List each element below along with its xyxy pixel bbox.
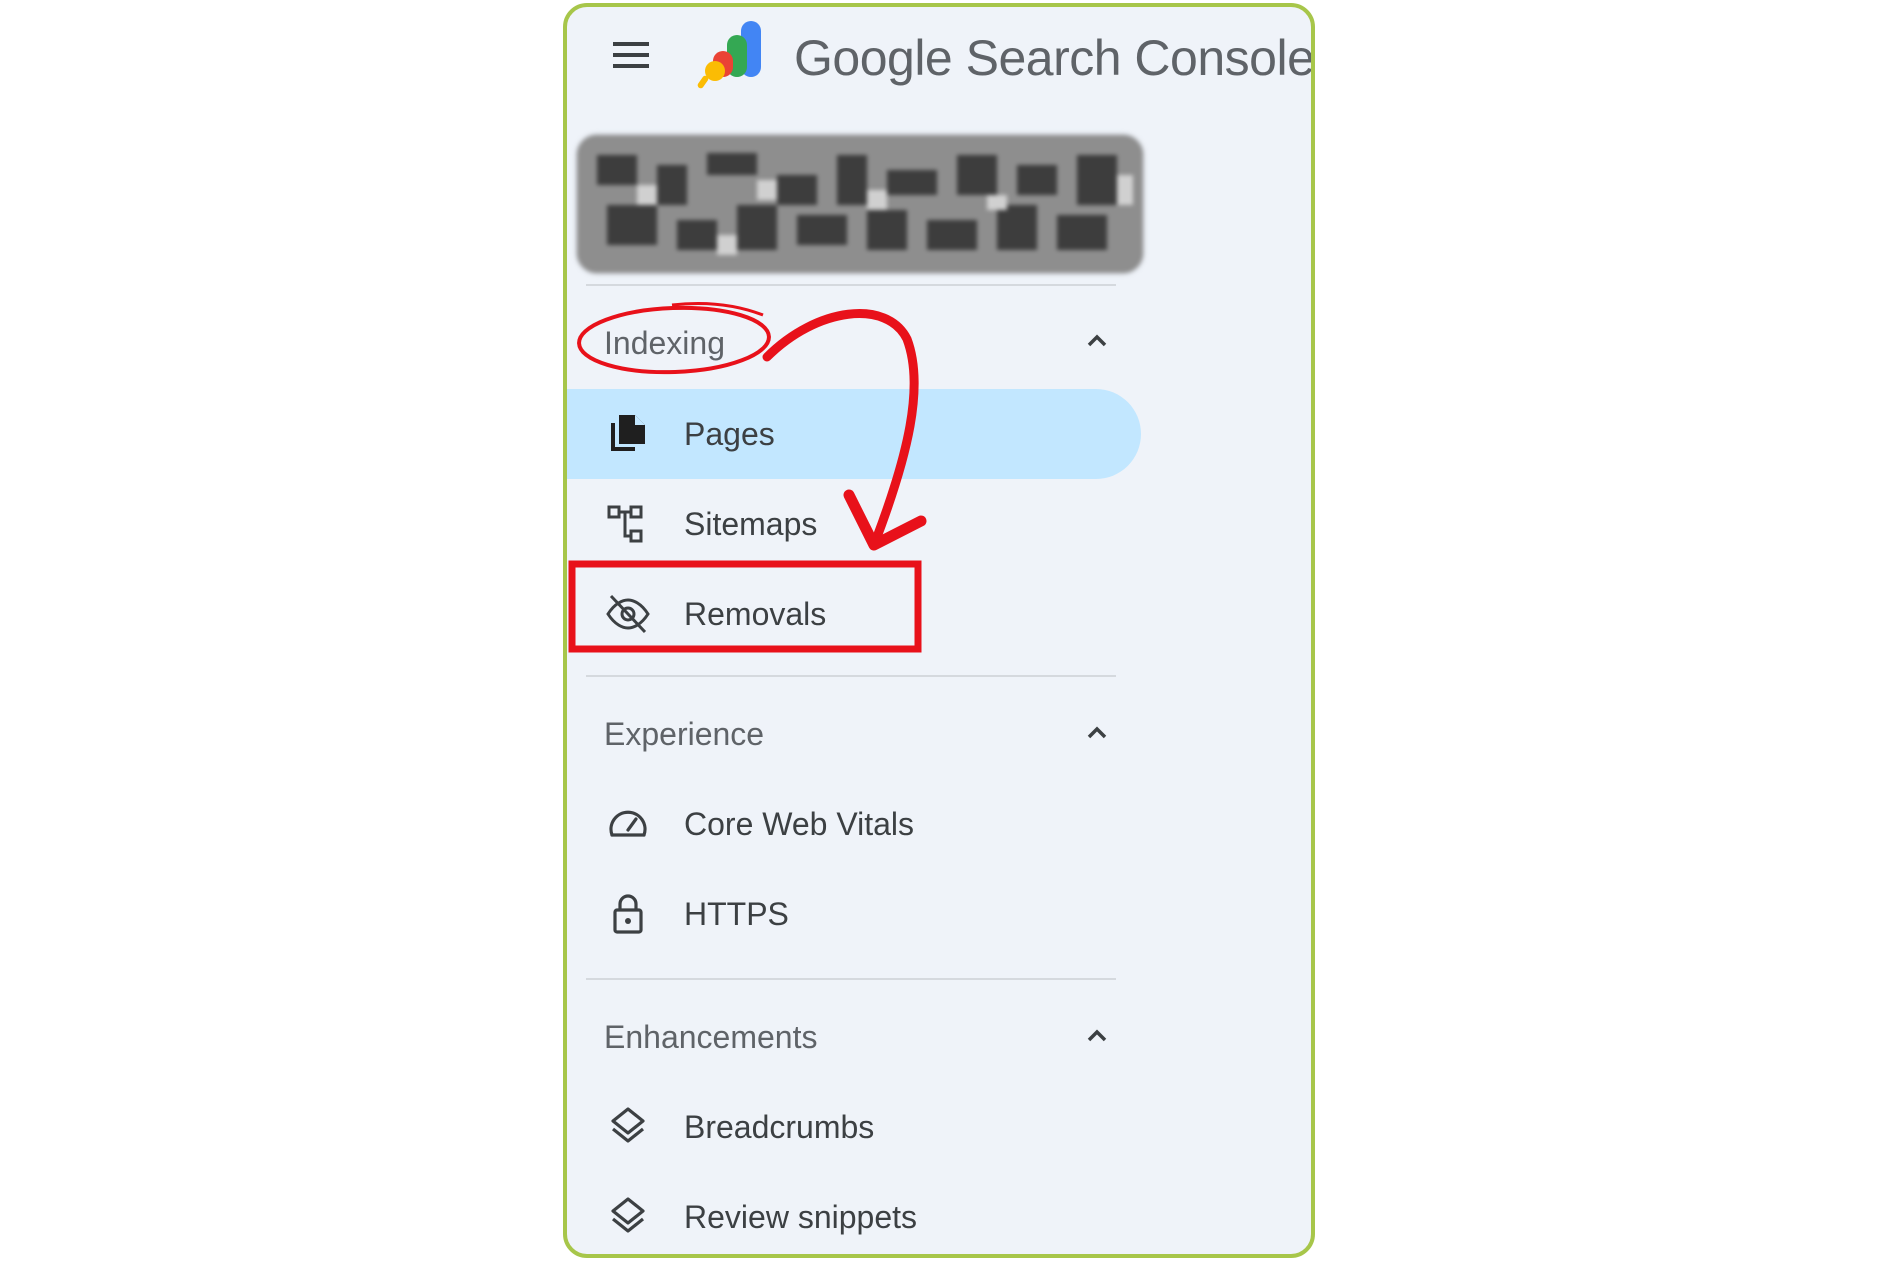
nav-item-core-web-vitals[interactable]: Core Web Vitals xyxy=(567,779,1141,869)
search-console-logo-icon xyxy=(697,21,761,89)
nav-item-removals[interactable]: Removals xyxy=(567,569,1141,659)
chevron-up-icon[interactable] xyxy=(1082,1021,1112,1051)
nav-item-pages[interactable]: Pages xyxy=(567,389,1141,479)
chevron-up-icon[interactable] xyxy=(1082,718,1112,748)
layers-icon xyxy=(611,1197,645,1233)
nav-item-label: Removals xyxy=(684,596,827,632)
nav-item-label: Core Web Vitals xyxy=(684,806,915,842)
nav-item-label: Review snippets xyxy=(684,1199,917,1235)
annotation-circle-tail xyxy=(671,302,764,317)
layers-icon xyxy=(611,1107,645,1143)
app-title: Google Search Console xyxy=(794,30,1315,86)
lock-icon xyxy=(613,894,643,934)
nav-item-sitemaps[interactable]: Sitemaps xyxy=(567,479,1141,569)
hamburger-menu-icon[interactable] xyxy=(607,31,655,79)
section-title-indexing[interactable]: Indexing xyxy=(604,325,725,362)
sitemap-icon xyxy=(607,505,643,543)
speed-gauge-icon xyxy=(609,810,647,837)
nav-item-breadcrumbs[interactable]: Breadcrumbs xyxy=(567,1082,1141,1172)
nav-item-label: HTTPS xyxy=(684,896,789,932)
divider xyxy=(586,284,1116,286)
divider xyxy=(586,978,1116,980)
eye-off-icon xyxy=(606,594,650,634)
section-title-enhancements[interactable]: Enhancements xyxy=(604,1019,817,1056)
divider xyxy=(586,675,1116,677)
pages-icon xyxy=(611,415,645,451)
chevron-up-icon[interactable] xyxy=(1082,326,1112,356)
property-selector[interactable] xyxy=(575,133,1145,275)
section-title-experience[interactable]: Experience xyxy=(604,716,764,753)
sidebar-frame: Google Search Console Indexing Pages Sit… xyxy=(563,3,1315,1258)
nav-item-label: Sitemaps xyxy=(684,506,818,542)
nav-item-label: Breadcrumbs xyxy=(684,1109,875,1145)
blurred-property-name xyxy=(577,135,1143,273)
nav-item-review-snippets[interactable]: Review snippets xyxy=(567,1172,1141,1254)
nav-item-label: Pages xyxy=(684,416,775,452)
nav-item-https[interactable]: HTTPS xyxy=(567,869,1141,959)
